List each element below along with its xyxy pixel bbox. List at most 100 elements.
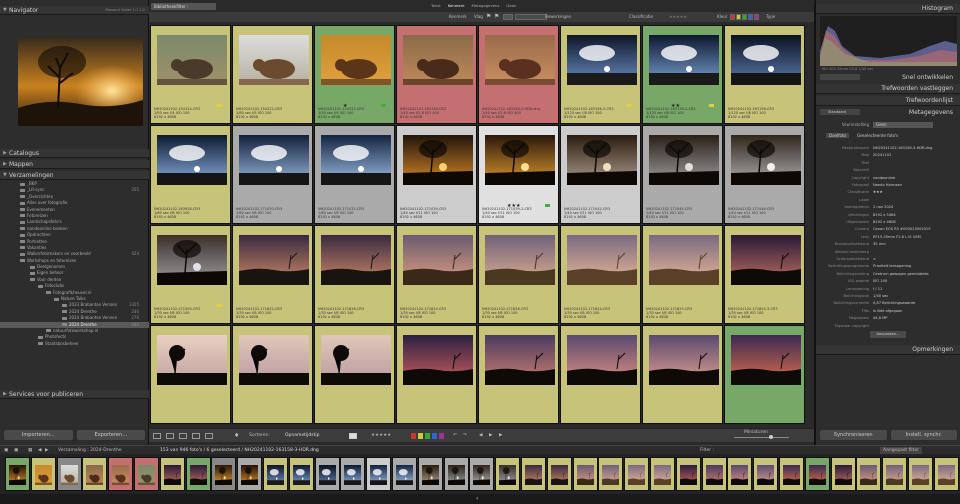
filmstrip-photo[interactable] — [525, 465, 542, 485]
filmstrip-photo[interactable] — [576, 465, 594, 485]
filmstrip-photo[interactable] — [318, 465, 336, 485]
filmstrip-thumbnail[interactable] — [908, 457, 933, 491]
thumbnail-cell[interactable]: NH20241102-171824-CR3 1/30 sec f/8 ISO 10… — [396, 225, 477, 324]
color-blue-swatch[interactable] — [748, 14, 753, 20]
thumbnail-photo[interactable] — [321, 35, 391, 85]
tab-target-photo[interactable]: Doelfoto — [826, 133, 849, 138]
edits-filter-box[interactable] — [515, 14, 547, 20]
metadata-value[interactable]: nandoonline — [873, 175, 895, 182]
tab-metadata[interactable]: Metagegevens — [472, 3, 500, 9]
filmstrip-photo[interactable] — [163, 465, 181, 485]
filmstrip-photo[interactable] — [705, 465, 723, 485]
thumbnail-photo[interactable] — [157, 335, 227, 385]
collection-path[interactable]: Verzameling : 2024-Drenthe — [58, 447, 122, 454]
filmstrip-thumbnail[interactable] — [933, 457, 959, 491]
thumbnail-cell[interactable]: NH20241102-163156-CR3 1/125 sec f/8 ISO 1… — [724, 25, 805, 124]
filmstrip-photo[interactable] — [138, 465, 155, 485]
thumbnail-cell[interactable]: NH20241102-154124-CR3 1/50 sec f/4 ISO 10… — [150, 25, 231, 124]
metadata-value[interactable]: 44,8 MP — [873, 315, 887, 322]
thumbnail-photo[interactable] — [157, 235, 227, 285]
rotate-left-icon[interactable]: ↶ — [453, 432, 457, 439]
metadata-value[interactable]: 1/40 sec — [873, 293, 888, 300]
filmstrip-thumbnail[interactable] — [882, 457, 908, 491]
label-yellow-icon[interactable] — [418, 433, 423, 439]
filter-select[interactable]: Aangepast filter — [880, 447, 922, 454]
filmstrip-thumbnail[interactable] — [856, 457, 882, 491]
thumbnail-cell[interactable]: NH20241102-171042-CR3 1/40 sec f/11 ISO 1… — [560, 125, 641, 224]
color-green-swatch[interactable] — [742, 14, 747, 20]
thumbnail-size-handle[interactable] — [769, 435, 773, 439]
metadata-value[interactable]: ★★★ — [873, 189, 883, 196]
tab-text[interactable]: Tekst — [431, 3, 441, 9]
color-purple-swatch[interactable] — [754, 14, 759, 20]
filmstrip-thumbnail[interactable] — [417, 457, 443, 491]
filmstrip-thumbnail[interactable] — [830, 457, 856, 491]
filmstrip-photo[interactable] — [550, 465, 568, 485]
filmstrip-photo[interactable] — [86, 465, 104, 485]
thumbnail-cell[interactable]: NH20241102-171826-CR3 1/30 sec f/8 ISO 10… — [314, 225, 395, 324]
filmstrip-thumbnail[interactable] — [443, 457, 469, 491]
color-red-swatch[interactable] — [730, 14, 735, 20]
thumbnail-photo[interactable] — [403, 335, 473, 385]
filmstrip-thumbnail[interactable] — [159, 457, 185, 491]
folders-header[interactable]: ▶ Mappen — [0, 160, 149, 169]
play-icon[interactable]: ▶ — [499, 432, 502, 439]
customize-button[interactable]: Aanpassen... — [870, 331, 906, 338]
filmstrip-photo[interactable] — [370, 465, 388, 485]
filmstrip-photo[interactable] — [215, 465, 233, 485]
filmstrip-photo[interactable] — [241, 465, 259, 485]
thumbnail-cell[interactable]: ★★ NH20241102-163156-4-CR3 1/125 sec f/8 I… — [642, 25, 723, 124]
thumbnail-photo[interactable] — [567, 135, 637, 185]
thumbnail-photo[interactable] — [731, 35, 801, 85]
thumbnail-size-slider[interactable] — [734, 437, 789, 438]
rating-toolbar-stars[interactable]: ★★★★★ — [371, 432, 391, 439]
thumbnail-cell[interactable]: NH20241102-163158-CR3 1/40 sec f/2.8 ISO … — [396, 25, 477, 124]
filmstrip-thumbnail[interactable] — [753, 457, 779, 491]
filmstrip-thumbnail[interactable] — [727, 457, 753, 491]
people-view-icon[interactable] — [205, 433, 213, 439]
navigator-header[interactable]: ▼ Navigator Passend Vullen 1:1 1:2 — [0, 6, 149, 15]
grid-view-icon[interactable] — [153, 433, 161, 439]
thumbnail-photo[interactable] — [321, 335, 391, 385]
filmstrip-photo[interactable] — [9, 465, 26, 485]
filmstrip-photo[interactable] — [912, 465, 929, 485]
filmstrip-thumbnail[interactable] — [237, 457, 263, 491]
thumbnail-photo[interactable] — [731, 335, 801, 385]
metadata-value[interactable]: f / 11 — [873, 286, 882, 293]
thumbnail-photo[interactable] — [485, 235, 555, 285]
thumbnail-photo[interactable] — [731, 135, 801, 185]
thumbnail-cell[interactable] — [150, 325, 231, 424]
thumbnail-cell[interactable] — [724, 325, 805, 424]
filmstrip-photo[interactable] — [783, 465, 800, 485]
filmstrip-photo[interactable] — [447, 465, 465, 485]
thumbnail-cell[interactable]: NH20241102-154222-CR3 1/80 sec f/5 ISO 10… — [232, 25, 313, 124]
tab-none[interactable]: Geen — [506, 3, 516, 9]
label-blue-icon[interactable] — [432, 433, 437, 439]
metadata-value[interactable]: 0,67 Belichtingswaarde — [873, 300, 915, 307]
rotate-right-icon[interactable]: ↷ — [463, 432, 467, 439]
filmstrip-thumbnail[interactable] — [314, 457, 340, 491]
metadata-value[interactable]: 8192 x 4608 — [873, 219, 896, 226]
sync-button[interactable]: Synchroniseren — [820, 430, 887, 440]
thumbnail-photo[interactable] — [321, 235, 391, 285]
metadata-value[interactable]: Prioriteit lensopening — [873, 263, 911, 270]
monitor-2-icon[interactable]: ▣ — [14, 447, 18, 454]
thumbnail-cell[interactable] — [560, 325, 641, 424]
thumbnail-photo[interactable] — [403, 235, 473, 285]
label-purple-icon[interactable] — [439, 433, 444, 439]
filmstrip-thumbnail[interactable] — [56, 457, 82, 491]
compare-view-icon[interactable] — [179, 433, 187, 439]
rating-stars-filter[interactable]: ★★★★★ — [669, 14, 687, 20]
filmstrip-thumbnail[interactable] — [675, 457, 701, 491]
survey-view-icon[interactable] — [192, 433, 200, 439]
thumbnail-cell[interactable] — [478, 325, 559, 424]
navigator-zoom-options[interactable]: Passend Vullen 1:1 1:2 — [105, 6, 145, 15]
thumbnail-photo[interactable] — [239, 335, 309, 385]
monitor-1-icon[interactable]: ▣ — [4, 447, 8, 454]
thumbnail-cell[interactable]: NH20241102-171826-CR3 1/30 sec f/8 ISO 10… — [478, 225, 559, 324]
filmstrip-thumbnail[interactable] — [30, 457, 56, 491]
metadata-value[interactable]: 20241102 — [873, 152, 891, 159]
thumbnail-cell[interactable]: NH20241102-171822-CR3 1/30 sec f/8 ISO 10… — [232, 225, 313, 324]
filmstrip-thumbnail[interactable] — [263, 457, 288, 491]
thumbnail-photo[interactable] — [239, 35, 309, 85]
